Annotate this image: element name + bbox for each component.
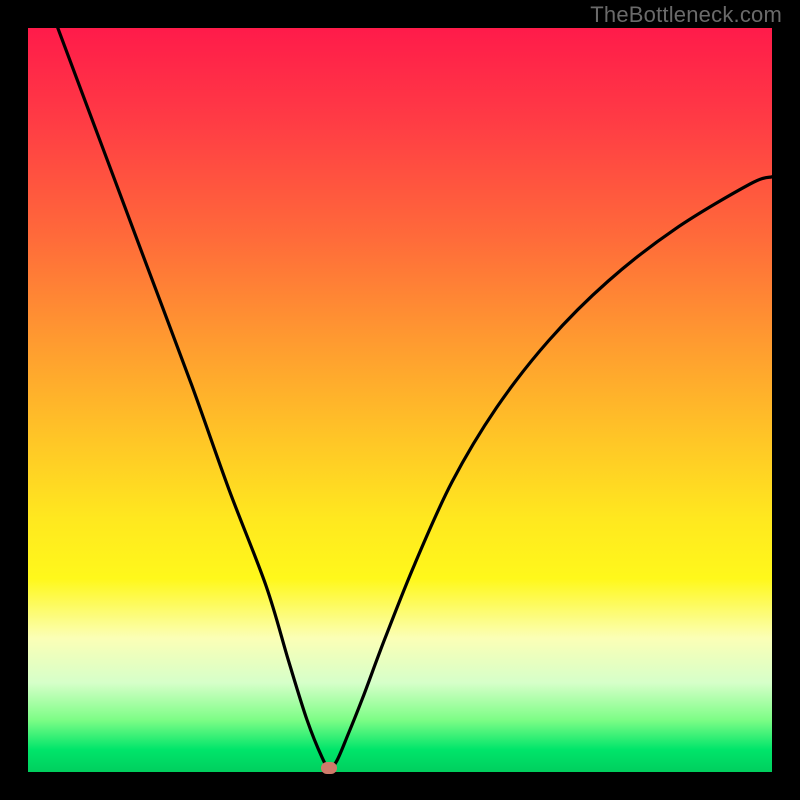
plot-area — [28, 28, 772, 772]
optimal-point-marker — [321, 762, 337, 774]
watermark-text: TheBottleneck.com — [590, 2, 782, 28]
bottleneck-curve — [28, 28, 772, 772]
chart-frame: TheBottleneck.com — [0, 0, 800, 800]
